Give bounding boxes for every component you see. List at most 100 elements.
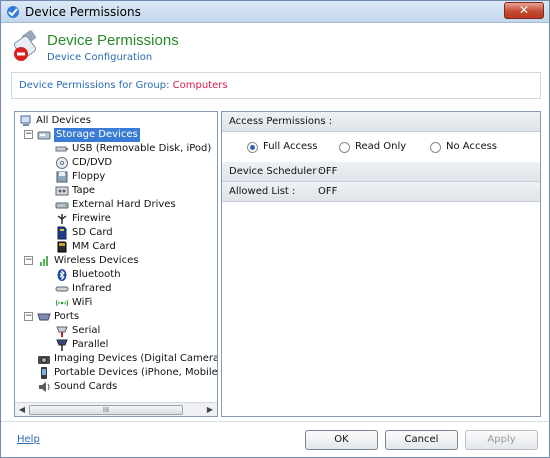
usb-blocked-icon	[13, 30, 37, 61]
device-tree[interactable]: All Devices − Storage Devices USB (Remov…	[14, 111, 218, 417]
tree-node-bluetooth[interactable]: Bluetooth	[55, 268, 215, 282]
tree-node-cd-dvd[interactable]: CD/DVD	[55, 156, 215, 170]
header: Device Permissions Device Configuration	[1, 23, 549, 71]
tree-node-wireless-devices[interactable]: − Wireless Devices	[19, 254, 209, 268]
wireless-icon	[40, 256, 48, 266]
tree-label: WiFi	[72, 297, 93, 308]
radio-no-access[interactable]	[430, 142, 441, 153]
mobile-phone-icon	[41, 367, 47, 379]
speaker-icon	[39, 382, 50, 392]
tree-label: Bluetooth	[72, 269, 121, 280]
bluetooth-icon	[57, 269, 67, 281]
device-scheduler-label: Device Scheduler :	[229, 166, 323, 177]
tree-label: Serial	[72, 325, 101, 336]
group-info-box: Device Permissions for Group: Computers	[11, 72, 541, 99]
tree-label: MM Card	[72, 241, 116, 252]
tree-node-tape[interactable]: Tape	[55, 184, 215, 198]
tree-node-firewire[interactable]: Firewire	[55, 212, 215, 226]
tree-node-floppy[interactable]: Floppy	[55, 170, 215, 184]
parallel-port-icon	[56, 339, 68, 351]
apply-button[interactable]: Apply	[465, 430, 538, 450]
tree-horizontal-scrollbar[interactable]: ◀ III ▶	[15, 402, 217, 416]
access-options: Full Access Read Only No Access	[222, 133, 540, 163]
tree-label: USB (Removable Disk, iPod)	[72, 143, 212, 154]
serial-port-icon	[56, 326, 68, 337]
group-label: Device Permissions for Group: Computers	[19, 80, 228, 91]
tree-label: Ports	[54, 311, 80, 322]
app-icon	[7, 6, 19, 18]
tree-label: Tape	[72, 185, 96, 196]
allowed-list-row[interactable]: Allowed List : OFF	[222, 182, 540, 202]
computer-icon	[20, 115, 31, 126]
permissions-panel: Access Permissions : Full Access Read On…	[221, 111, 541, 417]
cancel-button[interactable]: Cancel	[385, 430, 458, 450]
firewire-icon	[57, 214, 67, 224]
tree-node-storage-devices[interactable]: − Storage Devices	[19, 128, 209, 142]
collapse-icon[interactable]: −	[24, 256, 33, 265]
mm-card-icon	[57, 241, 67, 253]
scroll-thumb[interactable]: III	[29, 405, 183, 415]
footer-divider	[1, 421, 549, 422]
sd-card-icon	[57, 226, 67, 240]
tree-node-sd-card[interactable]: SD Card	[55, 226, 215, 240]
radio-full-access[interactable]	[247, 142, 258, 153]
tree-label: Sound Cards	[54, 381, 118, 392]
tree-node-parallel[interactable]: Parallel	[55, 338, 215, 352]
wifi-icon	[56, 299, 68, 307]
group-value: Computers	[172, 80, 228, 91]
grip-icon: III	[102, 406, 110, 414]
tree-node-ports[interactable]: − Ports	[19, 310, 209, 324]
tree-label: Imaging Devices (Digital Camera, Web	[54, 353, 217, 364]
collapse-icon[interactable]: −	[24, 312, 33, 321]
no-access-label[interactable]: No Access	[446, 141, 497, 152]
group-label-text: Device Permissions for Group:	[19, 80, 170, 91]
scroll-left-icon[interactable]: ◀	[17, 405, 27, 415]
port-icon	[37, 313, 51, 321]
tree-label: Portable Devices (iPhone, Mobiles)	[54, 367, 218, 378]
scroll-right-icon[interactable]: ▶	[205, 405, 215, 415]
storage-icon	[37, 131, 51, 140]
tree-node-usb[interactable]: USB (Removable Disk, iPod)	[55, 142, 215, 156]
tape-icon	[55, 186, 69, 196]
tree-label: Wireless Devices	[54, 255, 139, 266]
hard-drive-icon	[55, 202, 69, 209]
read-only-label[interactable]: Read Only	[355, 141, 406, 152]
tree-node-serial[interactable]: Serial	[55, 324, 215, 338]
tree-label: Parallel	[72, 339, 109, 350]
radio-read-only[interactable]	[339, 142, 350, 153]
tree-node-all-devices[interactable]: All Devices	[19, 114, 209, 128]
tree-node-infrared[interactable]: Infrared	[55, 282, 215, 296]
window-title: Device Permissions	[25, 5, 141, 19]
access-permissions-label: Access Permissions :	[229, 116, 333, 127]
device-scheduler-value: OFF	[318, 166, 338, 177]
tree-node-imaging-devices[interactable]: Imaging Devices (Digital Camera, Web	[37, 352, 217, 366]
tree-label: CD/DVD	[72, 157, 113, 168]
usb-drive-icon	[55, 146, 68, 152]
device-scheduler-row[interactable]: Device Scheduler : OFF	[222, 162, 540, 182]
cd-dvd-icon	[56, 157, 68, 169]
camera-icon	[38, 356, 50, 364]
tree-node-external-hard-drives[interactable]: External Hard Drives	[55, 198, 215, 212]
close-button[interactable]: ✕	[504, 2, 544, 19]
title-bar: Device Permissions ✕	[1, 1, 549, 23]
tree-label: Storage Devices	[54, 128, 140, 142]
tree-node-mm-card[interactable]: MM Card	[55, 240, 215, 254]
floppy-icon	[56, 171, 68, 183]
full-access-label[interactable]: Full Access	[263, 141, 318, 152]
device-permissions-window: Device Permissions ✕ Device Permissions …	[0, 0, 550, 458]
close-icon: ✕	[518, 3, 530, 17]
infrared-icon	[55, 286, 69, 292]
tree-label: Firewire	[72, 213, 111, 224]
allowed-list-value: OFF	[318, 186, 338, 197]
ok-button[interactable]: OK	[305, 430, 378, 450]
page-title: Device Permissions	[47, 32, 179, 49]
help-link[interactable]: Help	[17, 434, 40, 445]
tree-node-portable-devices[interactable]: Portable Devices (iPhone, Mobiles)	[37, 366, 218, 380]
tree-node-wifi[interactable]: WiFi	[55, 296, 215, 310]
tree-label: All Devices	[36, 115, 91, 126]
tree-label: External Hard Drives	[72, 199, 176, 210]
tree-node-sound-cards[interactable]: Sound Cards	[37, 380, 217, 394]
tree-label: SD Card	[72, 227, 113, 238]
collapse-icon[interactable]: −	[24, 130, 33, 139]
page-subtitle: Device Configuration	[47, 52, 153, 63]
